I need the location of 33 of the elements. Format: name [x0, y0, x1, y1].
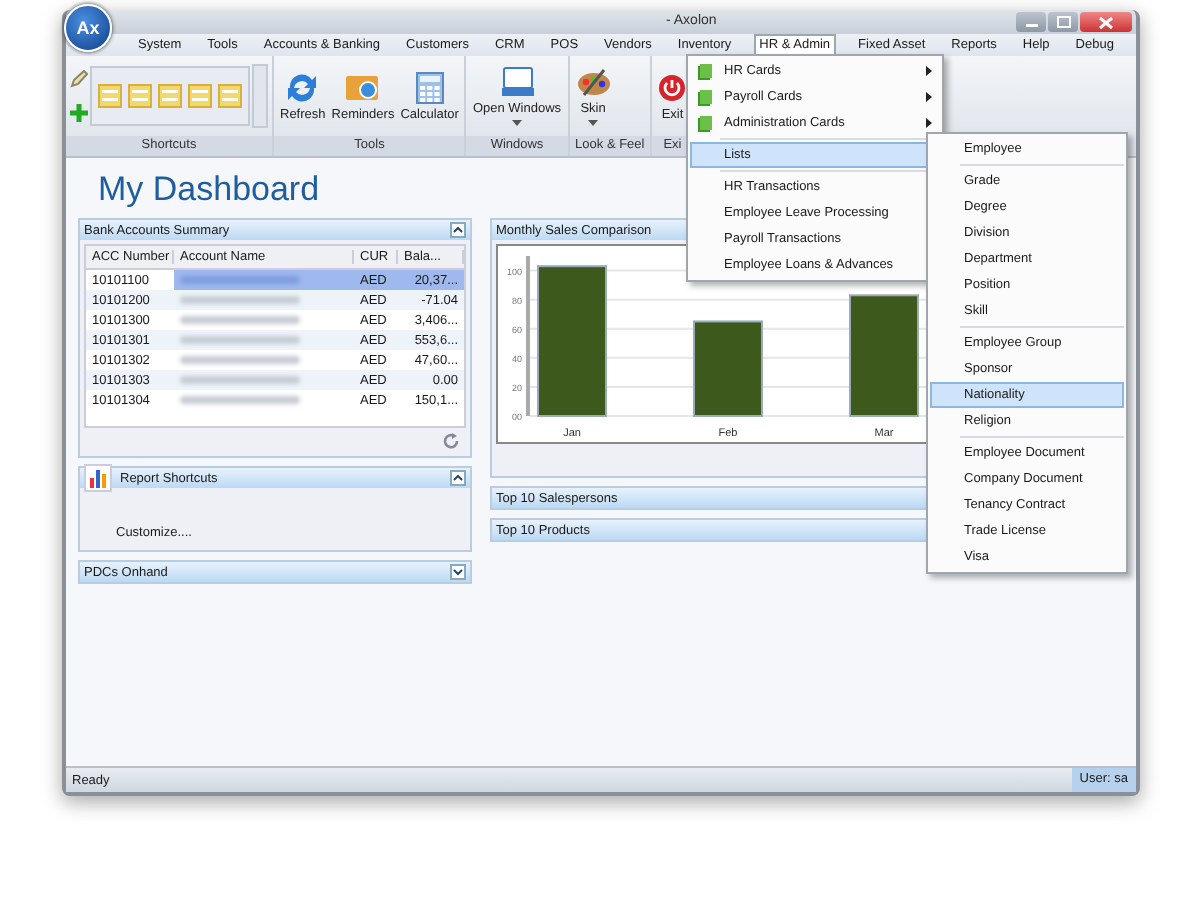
close-icon[interactable] [1080, 12, 1132, 32]
blurred-text [180, 396, 300, 404]
calculator-icon [415, 71, 444, 103]
submenu-arrow-icon [926, 66, 932, 76]
caret-icon [512, 120, 522, 126]
refresh-icon[interactable] [442, 431, 460, 449]
expand-icon[interactable] [450, 564, 466, 580]
submenu-arrow-icon [926, 92, 932, 102]
plus-icon[interactable] [70, 104, 88, 122]
blurred-text [180, 376, 300, 384]
document-icon[interactable] [98, 84, 122, 108]
caret-icon [588, 120, 599, 126]
document-icon[interactable] [158, 84, 182, 108]
minimize-icon[interactable] [1016, 12, 1046, 32]
blurred-text [180, 336, 300, 344]
refresh-icon [286, 71, 319, 103]
blurred-text [180, 296, 300, 304]
dashboard-title: My Dashboard [98, 168, 320, 210]
submenu-arrow-icon [926, 118, 932, 128]
document-icon[interactable] [218, 84, 242, 108]
monitor-icon [499, 66, 535, 98]
blurred-text [180, 356, 300, 364]
reminder-icon [344, 71, 381, 103]
maximize-icon[interactable] [1048, 12, 1078, 32]
collapse-icon[interactable] [450, 470, 466, 486]
pencil-icon[interactable] [70, 70, 88, 88]
document-icon[interactable] [188, 84, 212, 108]
gallery-scrollbar[interactable] [252, 64, 268, 128]
document-icon[interactable] [128, 84, 152, 108]
blurred-text [180, 316, 300, 324]
collapse-icon[interactable] [450, 222, 466, 238]
app-logo[interactable]: Ax [64, 4, 112, 52]
palette-icon [575, 66, 612, 98]
